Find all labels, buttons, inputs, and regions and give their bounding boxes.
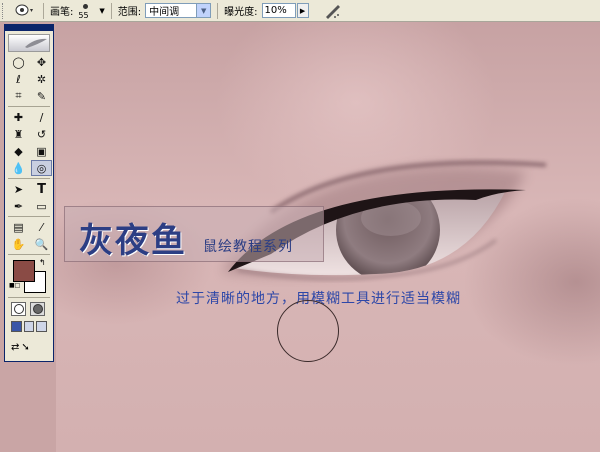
range-select-value: 中间调 [149,7,180,18]
slice-tool[interactable]: ✎ [31,88,52,104]
path-selection-tool[interactable]: ➤ [8,181,29,197]
airbrush-icon [325,4,340,19]
toolbox-title-bar[interactable] [5,25,53,31]
gradient-tool[interactable]: ▣ [31,143,52,159]
brush-tool[interactable]: ∕ [31,109,52,125]
feather-logo-icon [25,38,47,48]
chevron-down-icon[interactable]: ▼ [196,4,211,17]
crop-tool[interactable]: ⌗ [8,88,29,104]
notes-tool[interactable]: ▤ [8,219,29,235]
burn-tool[interactable]: ◎ [31,160,52,176]
swap-colors-icon[interactable]: ↰ [39,258,46,267]
brush-preset-picker[interactable]: 55 [75,2,97,20]
imageready-arrow-icon: ➘ [21,341,30,353]
brush-tip-icon [83,3,89,9]
eyedropper-icon: ⁄ [40,220,43,234]
divider [8,216,50,217]
hand-tool[interactable]: ✋ [8,236,29,252]
brush-dropdown-arrow-icon[interactable]: ▼ [99,7,104,15]
shape-tool[interactable]: ▭ [31,198,52,214]
default-colors-icon[interactable]: ■□ [9,282,20,289]
marquee-icon: ◯ [12,55,25,69]
full-screen-menu-mode-button[interactable] [23,321,35,332]
standard-mode-button[interactable] [11,302,26,316]
eraser-icon: ◆ [14,144,23,158]
slice-icon: ✎ [36,89,47,103]
droplet-icon: 💧 [11,161,26,175]
marquee-tool[interactable]: ◯ [8,54,29,70]
eyedropper-tool[interactable]: ⁄ [31,219,52,235]
separator [43,2,44,19]
arrow-icon: ➤ [13,182,24,196]
tool-preset-picker[interactable] [11,2,37,20]
rectangle-icon: ▭ [36,199,47,213]
watermark-subtitle: 鼠绘教程系列 [203,239,293,255]
history-brush-icon: ↺ [36,127,47,141]
foreground-color-swatch[interactable] [13,260,35,282]
type-icon: T [37,181,46,197]
healing-brush-tool[interactable]: ✚ [8,109,29,125]
magic-wand-icon: ✲ [36,72,47,86]
jump-to-imageready-button[interactable]: ⇄ ➘ [11,339,47,355]
divider [8,106,50,107]
standard-mode-icon [13,304,24,314]
brush-cursor-ring [277,300,339,362]
range-label: 范围: [117,7,142,18]
exposure-input[interactable]: 10% [261,3,296,18]
lasso-tool[interactable]: ℓ [8,71,29,87]
standard-screen-mode-button[interactable] [11,321,22,332]
color-swatches: ■□ ↰ [8,258,50,294]
quick-mask-icon [32,304,43,314]
quick-mask-controls [5,300,53,318]
hand-icon: ✋ [11,237,26,251]
screen-mode-controls [5,318,53,335]
note-icon: ▤ [13,220,24,234]
exposure-label: 曝光度: [224,7,258,18]
exposure-slider-toggle[interactable]: ▶ [296,3,309,18]
pen-tool[interactable]: ✒ [8,198,29,214]
separator [217,2,219,19]
bandage-icon: ✚ [13,110,24,124]
eraser-tool[interactable]: ◆ [8,143,29,159]
magnifier-icon: 🔍 [34,237,49,251]
move-icon: ✥ [36,55,47,69]
magic-wand-tool[interactable]: ✲ [31,71,52,87]
brush-icon: ∕ [39,110,44,124]
clone-stamp-tool[interactable]: ♜ [8,126,29,142]
adobe-online-button[interactable] [8,34,50,52]
options-bar-grip[interactable] [2,2,7,19]
watermark-title: 灰夜鱼 [79,221,187,261]
type-tool[interactable]: T [31,181,52,197]
document-canvas[interactable]: 灰夜鱼 鼠绘教程系列 过于清晰的地方，用模糊工具进行适当模糊 [56,22,600,452]
range-select[interactable]: 中间调 ▼ [145,3,212,18]
crop-icon: ⌗ [15,89,22,102]
history-brush-tool[interactable]: ↺ [31,126,52,142]
divider [8,297,50,298]
stamp-icon: ♜ [13,127,24,141]
options-bar: 画笔: 55 ▼ 范围: 中间调 ▼ 曝光度: 10% ▶ [0,0,600,22]
quick-mask-button[interactable] [30,302,45,316]
brush-size: 55 [78,10,89,20]
dodge-tool-preset-icon [15,4,33,15]
imageready-icon: ⇄ [11,341,20,353]
blur-tool[interactable]: 💧 [8,160,29,176]
lasso-icon: ℓ [16,72,21,86]
pen-icon: ✒ [13,199,24,213]
divider [8,178,50,179]
full-screen-mode-button[interactable] [36,321,48,332]
divider [8,254,50,255]
separator [110,2,112,19]
toolbox: ◯ ✥ ℓ ✲ ⌗ ✎ ✚ ∕ ♜ ↺ ◆ ▣ 💧 ◎ ➤ T ✒ ▭ ▤ ⁄ … [4,24,54,362]
zoom-tool[interactable]: 🔍 [31,236,52,252]
watermark-banner: 灰夜鱼 鼠绘教程系列 [64,206,324,262]
airbrush-toggle[interactable] [323,2,343,20]
brush-label: 画笔: [50,7,74,18]
gradient-icon: ▣ [36,144,47,158]
burn-icon: ◎ [36,161,47,175]
move-tool[interactable]: ✥ [31,54,52,70]
